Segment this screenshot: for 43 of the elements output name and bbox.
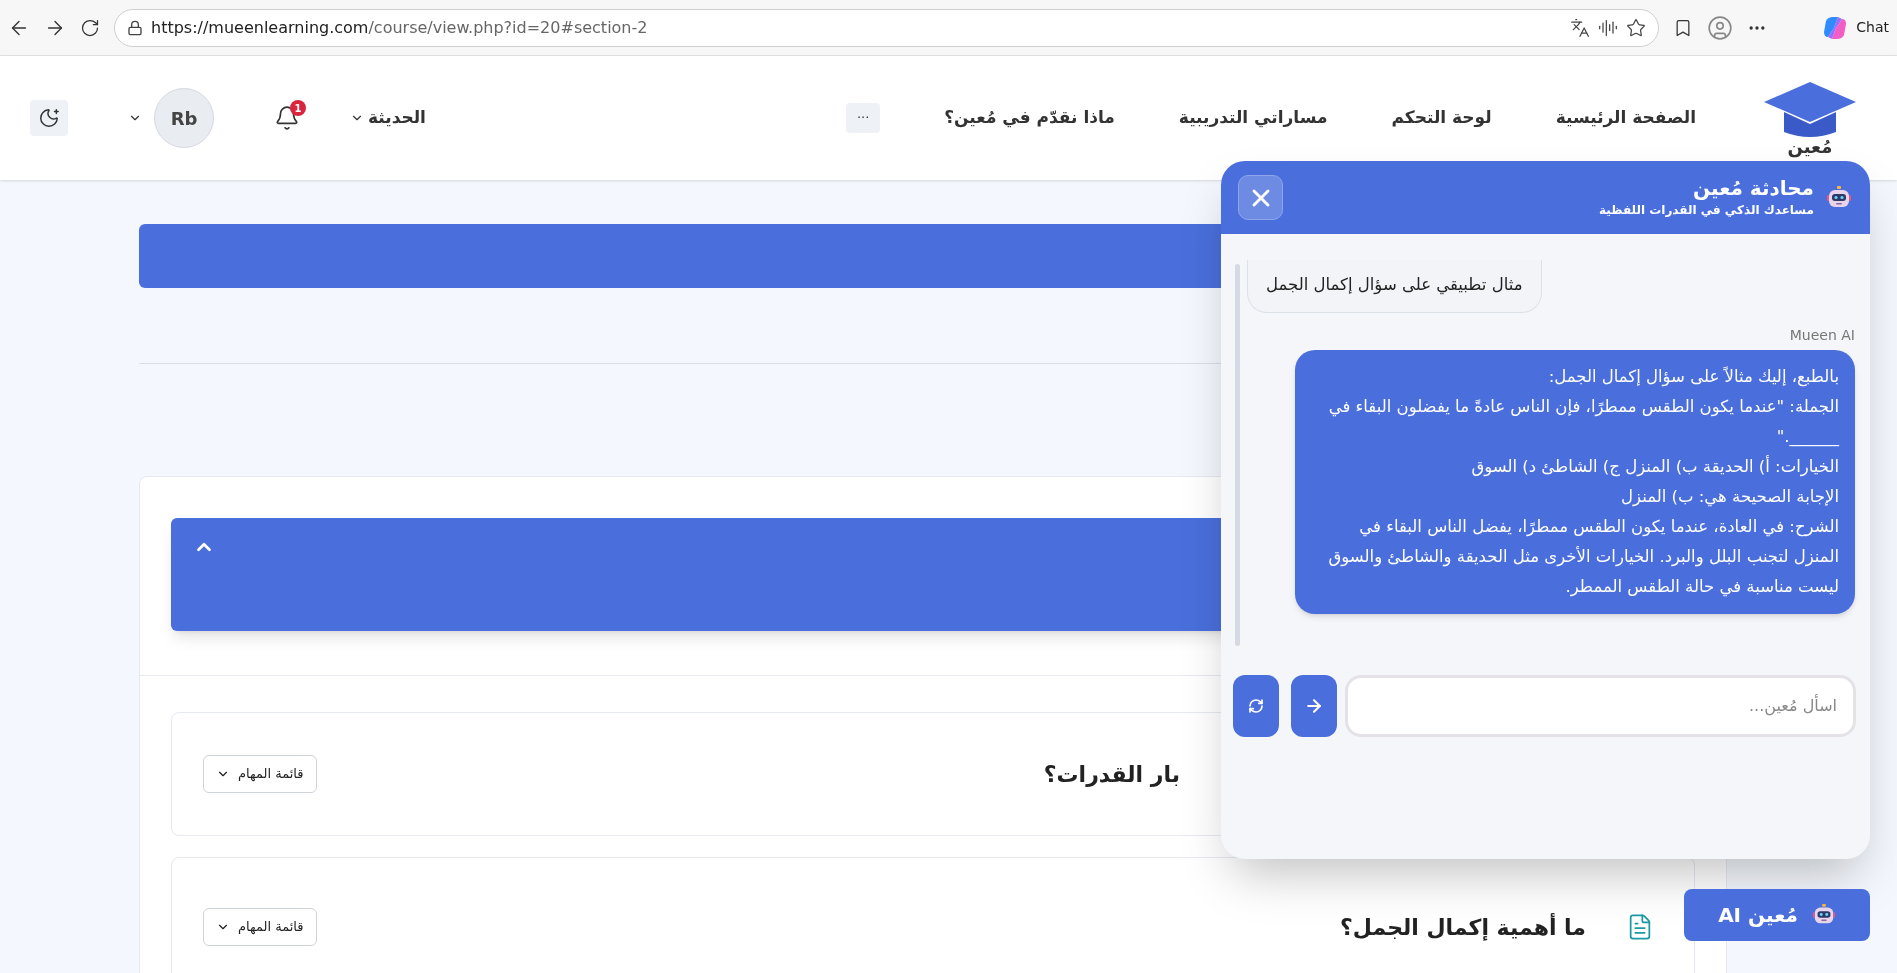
assistant-launcher-button[interactable]: مُعين AI xyxy=(1684,889,1870,941)
translate-icon[interactable] xyxy=(1570,17,1590,38)
notification-badge: 1 xyxy=(290,100,306,116)
dark-mode-button[interactable] xyxy=(30,100,68,136)
chat-label[interactable]: Chat xyxy=(1856,17,1889,38)
scrollbar[interactable] xyxy=(1235,264,1240,646)
profile-icon[interactable] xyxy=(1707,14,1733,41)
nav-link[interactable]: ماذا نقدّم في مُعين؟ xyxy=(944,105,1115,131)
reload-icon[interactable] xyxy=(80,17,100,38)
refresh-icon xyxy=(1248,698,1264,714)
lock-icon xyxy=(127,19,143,36)
message-line: الشرح: في العادة، عندما يكون الطقس ممطرًا، يفضل الناس البقاء في المنزل لتجنب البلل والبرد. الخيارات الأخرى مثل الحديقة والشاطئ والسوق ليست مناسبة في حالة الطقس الممطر. xyxy=(1327,516,1839,599)
bell-icon[interactable] xyxy=(274,105,300,131)
nav-link[interactable]: مساراتي التدريبية xyxy=(1178,105,1328,131)
nav-link[interactable]: لوحة التحكم xyxy=(1391,105,1492,131)
card-title: ما أهمية إكمال الجمل؟ xyxy=(1340,912,1586,943)
message-input[interactable]: اسأل مُعين... xyxy=(1345,675,1856,737)
nav-link[interactable]: الصفحة الرئيسية xyxy=(1555,105,1696,131)
close-button[interactable] xyxy=(1238,175,1283,220)
task-list-button[interactable]: قائمة المهام xyxy=(203,755,317,793)
card-title: بار القدرات؟ xyxy=(1043,760,1180,789)
sender-label: Mueen AI xyxy=(1789,326,1855,345)
message-line: مثال تطبيقي على سؤال إكمال الجمل xyxy=(1266,274,1523,297)
task-list-button[interactable]: قائمة المهام xyxy=(203,908,317,946)
star-icon[interactable] xyxy=(1626,17,1646,38)
chat-title: محادثة مُعين xyxy=(1692,176,1814,201)
chat-subtitle: مساعدك الذكي في القدرات اللفظية xyxy=(1598,202,1814,219)
message-line: بالطبع، إليك مثالاً على سؤال إكمال الجمل: xyxy=(1547,365,1839,389)
message-line: الإجابة الصحيحة هي: ب) المنزل xyxy=(1620,486,1839,509)
user-avatar[interactable]: Rb xyxy=(154,88,214,148)
send-button[interactable] xyxy=(1291,675,1337,737)
refresh-button[interactable] xyxy=(1233,675,1279,737)
url-text: https://mueenlearning.com/course/view.php?id=20#section-2 xyxy=(151,16,649,39)
copilot-icon[interactable] xyxy=(1822,14,1849,41)
address-bar[interactable]: https://mueenlearning.com/course/view.php?id=20#section-2 xyxy=(114,8,1659,47)
message-line: الجملة: "عندما يكون الطقس ممطرًا، فإن الناس عادةً ما يفضلون البقاء في ______." xyxy=(1327,396,1839,449)
read-aloud-icon[interactable] xyxy=(1598,17,1618,38)
nav-dropdown[interactable]: الحديثة xyxy=(350,105,426,131)
message-line: الخيارات: أ) الحديقة ب) المنزل ج) الشاطئ د) السوق xyxy=(1470,454,1839,479)
logo-text[interactable]: مُعين xyxy=(1787,138,1833,156)
more-menu-button[interactable]: ··· xyxy=(846,103,881,133)
moon-icon xyxy=(38,107,60,129)
graduation-cap-icon xyxy=(1762,80,1858,138)
